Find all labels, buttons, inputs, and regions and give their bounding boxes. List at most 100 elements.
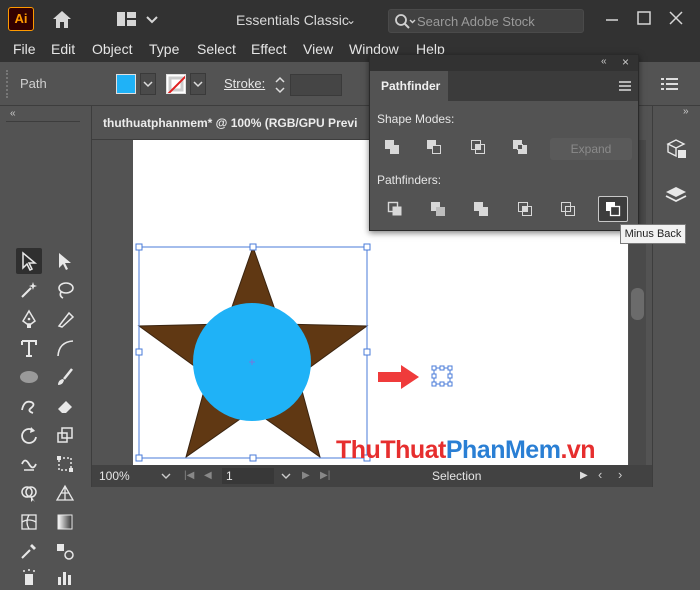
collapse-panel-icon[interactable]: «	[10, 108, 16, 119]
blend-tool-icon[interactable]	[52, 538, 78, 564]
app-logo: Ai	[8, 7, 34, 31]
exclude-icon	[513, 140, 527, 154]
type-tool-icon[interactable]	[16, 335, 42, 361]
menu-object[interactable]: Object	[92, 41, 132, 57]
free-transform-tool-icon[interactable]	[52, 451, 78, 477]
minus-back-tooltip: Minus Back	[620, 224, 686, 244]
panel-menu-icon[interactable]	[618, 80, 632, 92]
exclude-button[interactable]	[507, 135, 533, 159]
minus-front-button[interactable]	[421, 135, 447, 159]
fill-color-swatch[interactable]	[116, 74, 136, 94]
document-tab[interactable]: thuthuatphanmem* @ 100% (RGB/GPU Previ	[92, 106, 372, 140]
paintbrush-tool-icon[interactable]	[52, 364, 78, 390]
rotate-tool-icon[interactable]	[16, 422, 42, 448]
scroll-right-button[interactable]: ›	[618, 467, 622, 482]
watermark-part-2: PhanMem	[445, 436, 561, 464]
stroke-weight-stepper[interactable]	[272, 73, 288, 97]
perspective-grid-tool-icon[interactable]	[52, 480, 78, 506]
menu-file[interactable]: File	[13, 41, 36, 57]
outline-icon	[561, 202, 575, 216]
shaper-tool-icon[interactable]	[16, 393, 42, 419]
status-text[interactable]: Selection	[432, 469, 481, 483]
warp-tool-icon[interactable]	[16, 451, 42, 477]
eraser-tool-icon[interactable]	[52, 393, 78, 419]
zoom-value: 100%	[99, 469, 130, 483]
status-menu-button[interactable]: ▶	[580, 470, 588, 481]
first-artboard-button[interactable]: |◀	[184, 470, 194, 481]
libraries-panel-icon[interactable]	[663, 136, 689, 162]
zoom-field[interactable]: 100%	[96, 468, 158, 484]
shape-builder-tool-icon[interactable]	[16, 480, 42, 506]
collapse-dock-icon[interactable]: »	[683, 106, 689, 117]
menu-view[interactable]: View	[303, 41, 333, 57]
workspace-switcher[interactable]: Essentials Classic ⌄	[222, 8, 372, 32]
last-artboard-button[interactable]: ▶|	[320, 470, 330, 481]
control-bar-grip[interactable]	[6, 70, 9, 98]
merge-icon	[474, 202, 488, 216]
minus-back-button[interactable]	[598, 196, 628, 222]
fill-dropdown[interactable]	[140, 73, 156, 95]
pen-tool-icon[interactable]	[16, 306, 42, 332]
merge-button[interactable]	[468, 197, 494, 221]
lasso-tool-icon[interactable]	[52, 277, 78, 303]
curvature-tool-icon[interactable]	[52, 306, 78, 332]
next-artboard-button[interactable]: ▶	[302, 470, 310, 481]
title-bar: Ai Essentials Classic ⌄	[0, 0, 700, 38]
outline-button[interactable]	[555, 197, 581, 221]
trim-button[interactable]	[425, 197, 451, 221]
artboard-number: 1	[226, 469, 233, 483]
intersect-button[interactable]	[465, 135, 491, 159]
direct-selection-tool-icon[interactable]	[52, 248, 78, 274]
menu-edit[interactable]: Edit	[51, 41, 75, 57]
layers-panel-icon[interactable]	[663, 182, 689, 208]
home-icon[interactable]	[50, 8, 74, 30]
right-panel-dock: »	[652, 106, 700, 487]
toolbar-divider	[6, 121, 80, 122]
unite-button[interactable]	[379, 135, 405, 159]
scale-tool-icon[interactable]	[52, 422, 78, 448]
eyedropper-tool-icon[interactable]	[16, 538, 42, 564]
magic-wand-tool-icon[interactable]	[16, 277, 42, 303]
menu-select[interactable]: Select	[197, 41, 236, 57]
scroll-left-button[interactable]: ‹	[598, 467, 602, 482]
stroke-color-dropdown[interactable]	[190, 73, 206, 95]
collapse-panel-icon[interactable]: «	[601, 56, 607, 67]
ellipse-tool-icon[interactable]	[16, 364, 42, 390]
stock-search[interactable]	[388, 9, 584, 33]
selection-type-label: Path	[20, 76, 47, 91]
arrange-documents-icon[interactable]	[115, 10, 161, 30]
minimize-button[interactable]	[602, 8, 622, 28]
search-input[interactable]	[417, 12, 577, 30]
symbol-sprayer-tool-icon[interactable]	[16, 564, 42, 590]
menu-type[interactable]: Type	[149, 41, 179, 57]
artboard-number-field[interactable]: 1	[222, 468, 274, 484]
close-panel-icon[interactable]: ×	[622, 55, 629, 69]
gradient-tool-icon[interactable]	[52, 509, 78, 535]
unite-icon	[385, 140, 399, 154]
stroke-color-swatch[interactable]	[166, 74, 186, 94]
vertical-scrollbar-thumb[interactable]	[631, 288, 644, 320]
search-icon	[395, 14, 416, 29]
pathfinders-label: Pathfinders:	[377, 173, 442, 187]
minus-back-icon	[606, 202, 621, 217]
tab-pathfinder[interactable]: Pathfinder	[370, 71, 448, 101]
mesh-tool-icon[interactable]	[16, 509, 42, 535]
maximize-button[interactable]	[634, 8, 654, 28]
stroke-weight-field[interactable]	[290, 74, 342, 96]
close-button[interactable]	[666, 8, 686, 28]
column-graph-tool-icon[interactable]	[52, 564, 78, 590]
prev-artboard-button[interactable]: ◀	[204, 470, 212, 481]
stroke-label[interactable]: Stroke:	[224, 76, 265, 91]
arc-tool-icon[interactable]	[52, 335, 78, 361]
intersect-icon	[471, 140, 485, 154]
selection-tool-icon[interactable]	[16, 248, 42, 274]
panel-header[interactable]: « ×	[370, 55, 638, 71]
zoom-dropdown[interactable]	[160, 468, 172, 484]
divide-button[interactable]	[382, 197, 408, 221]
watermark-part-3: .vn	[560, 436, 596, 464]
crop-button[interactable]	[512, 197, 538, 221]
artboard-dropdown[interactable]	[280, 468, 292, 484]
panel-menu-icon[interactable]	[660, 76, 680, 92]
menu-effect[interactable]: Effect	[251, 41, 287, 57]
expand-button[interactable]: Expand	[550, 138, 632, 160]
